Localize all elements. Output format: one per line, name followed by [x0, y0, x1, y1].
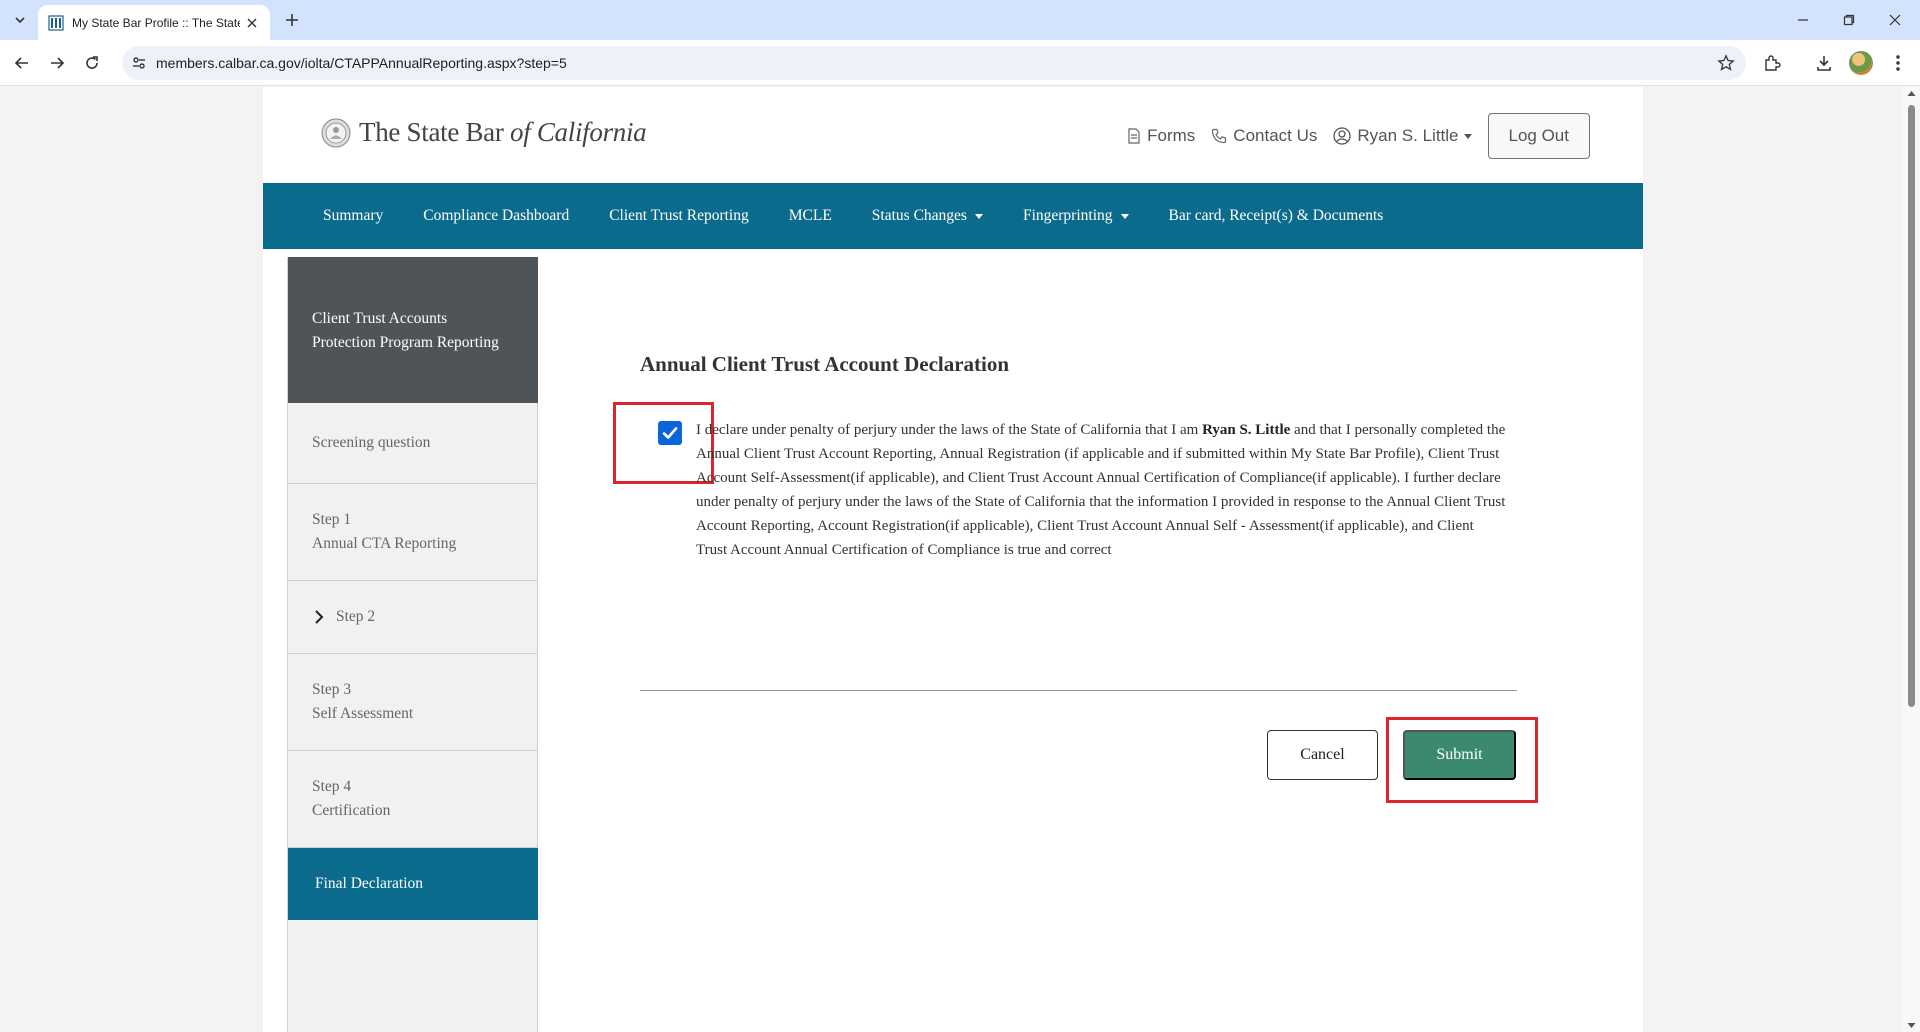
- nav-mcle[interactable]: MCLE: [789, 207, 832, 225]
- tab-search-icon[interactable]: [8, 8, 32, 32]
- declarant-name: Ryan S. Little: [1202, 422, 1291, 438]
- forms-link[interactable]: Forms: [1127, 126, 1195, 146]
- close-window-icon[interactable]: [1872, 0, 1918, 40]
- scroll-down-arrow-icon[interactable]: [1907, 1022, 1916, 1029]
- url-text: members.calbar.ca.gov/iolta/CTAPPAnnualR…: [156, 55, 567, 71]
- reload-icon[interactable]: [80, 51, 104, 75]
- submit-highlight-box: [1386, 717, 1538, 803]
- cancel-button[interactable]: Cancel: [1267, 730, 1378, 780]
- browser-tab-bar: My State Bar Profile :: The State Bar of…: [0, 0, 1920, 40]
- declaration-text-end: and that I personally completed the Annu…: [696, 422, 1506, 558]
- sidebar-item-screening[interactable]: Screening question: [288, 403, 538, 484]
- browser-toolbar: members.calbar.ca.gov/iolta/CTAPPAnnualR…: [0, 40, 1920, 86]
- form-divider: [640, 690, 1517, 691]
- browser-tab-active[interactable]: My State Bar Profile :: The State Bar of…: [38, 5, 270, 40]
- nav-status-changes-label: Status Changes: [871, 207, 967, 224]
- scrollbar-thumb[interactable]: [1908, 105, 1915, 707]
- profile-avatar-icon[interactable]: [1849, 51, 1873, 75]
- main-navigation: Summary Compliance Dashboard Client Trus…: [263, 183, 1643, 249]
- restore-icon[interactable]: [1826, 0, 1872, 40]
- step4-subtitle: Certification: [312, 802, 391, 819]
- nav-status-changes[interactable]: Status Changes: [872, 207, 983, 225]
- site-settings-icon[interactable]: [130, 54, 148, 72]
- page-viewport: The State Bar of California Forms Contac…: [0, 87, 1920, 1032]
- page-container: The State Bar of California Forms Contac…: [263, 87, 1643, 1032]
- step1-subtitle: Annual CTA Reporting: [312, 535, 457, 552]
- forward-arrow-icon[interactable]: [45, 51, 69, 75]
- nav-bar-card-documents[interactable]: Bar card, Receipt(s) & Documents: [1169, 207, 1384, 225]
- fingerprinting-caret-icon: [1120, 213, 1129, 219]
- step3-title: Step 3: [312, 681, 352, 698]
- step1-title: Step 1: [312, 511, 352, 528]
- bookmark-star-icon[interactable]: [1716, 53, 1736, 73]
- phone-icon: [1212, 128, 1227, 144]
- step4-title: Step 4: [312, 778, 352, 795]
- nav-client-trust-reporting[interactable]: Client Trust Reporting: [609, 207, 749, 225]
- declaration-text: I declare under penalty of perjury under…: [696, 418, 1508, 562]
- new-tab-plus-icon[interactable]: [280, 8, 304, 32]
- contact-us-link[interactable]: Contact Us: [1211, 126, 1317, 146]
- screening-label: Screening question: [312, 434, 431, 451]
- user-caret-icon: [1463, 133, 1472, 139]
- sidebar-item-step2[interactable]: Step 2: [288, 581, 538, 654]
- nav-fingerprinting-label: Fingerprinting: [1022, 207, 1113, 224]
- final-declaration-label: Final Declaration: [315, 875, 424, 892]
- state-bar-favicon-icon: [48, 14, 64, 31]
- logo-text: The State Bar of California: [359, 117, 647, 148]
- declaration-title: Annual Client Trust Account Declaration: [640, 352, 1010, 376]
- header-links: Forms Contact Us Ryan S. Little Log Out: [1127, 113, 1590, 159]
- sidebar-heading: Client Trust Accounts Protection Program…: [288, 257, 538, 403]
- forms-doc-icon: [1128, 128, 1140, 144]
- state-bar-logo[interactable]: The State Bar of California: [321, 117, 647, 148]
- scroll-up-arrow-icon[interactable]: [1907, 90, 1916, 97]
- tab-title: My State Bar Profile :: The State Bar of…: [72, 15, 240, 30]
- sidebar-item-step4[interactable]: Step 4 Certification: [288, 751, 538, 848]
- sidebar-item-step3[interactable]: Step 3 Self Assessment: [288, 654, 538, 751]
- steps-sidebar: Client Trust Accounts Protection Program…: [287, 257, 538, 1032]
- step3-subtitle: Self Assessment: [312, 705, 414, 722]
- nav-summary[interactable]: Summary: [323, 207, 383, 225]
- forms-label: Forms: [1147, 126, 1196, 145]
- logo-main-text: The State Bar: [359, 117, 510, 147]
- nav-fingerprinting[interactable]: Fingerprinting: [1023, 207, 1129, 225]
- contact-us-label: Contact Us: [1233, 126, 1318, 145]
- user-menu-dropdown[interactable]: Ryan S. Little: [1333, 126, 1472, 146]
- status-changes-caret-icon: [974, 213, 983, 219]
- step2-title: Step 2: [336, 608, 376, 625]
- chevron-right-icon: [315, 610, 324, 624]
- page-scrollbar[interactable]: [1903, 87, 1920, 1032]
- extensions-puzzle-icon[interactable]: [1760, 51, 1784, 75]
- minimize-icon[interactable]: [1780, 0, 1826, 40]
- sidebar-item-final-declaration[interactable]: Final Declaration: [288, 848, 538, 920]
- state-seal-icon: [321, 118, 351, 147]
- user-circle-icon: [1333, 127, 1352, 145]
- nav-compliance-dashboard[interactable]: Compliance Dashboard: [423, 207, 569, 225]
- download-icon[interactable]: [1812, 51, 1836, 75]
- back-arrow-icon[interactable]: [10, 51, 34, 75]
- logo-italic-text: of California: [510, 117, 647, 147]
- address-bar[interactable]: members.calbar.ca.gov/iolta/CTAPPAnnualR…: [122, 46, 1746, 80]
- browser-menu-dots-icon[interactable]: [1886, 51, 1910, 75]
- log-out-button[interactable]: Log Out: [1487, 113, 1590, 159]
- user-name: Ryan S. Little: [1357, 126, 1459, 145]
- tab-close-icon[interactable]: [244, 15, 260, 31]
- declaration-text-start: I declare under penalty of perjury under…: [696, 422, 1203, 438]
- sidebar-item-step1[interactable]: Step 1 Annual CTA Reporting: [288, 484, 538, 581]
